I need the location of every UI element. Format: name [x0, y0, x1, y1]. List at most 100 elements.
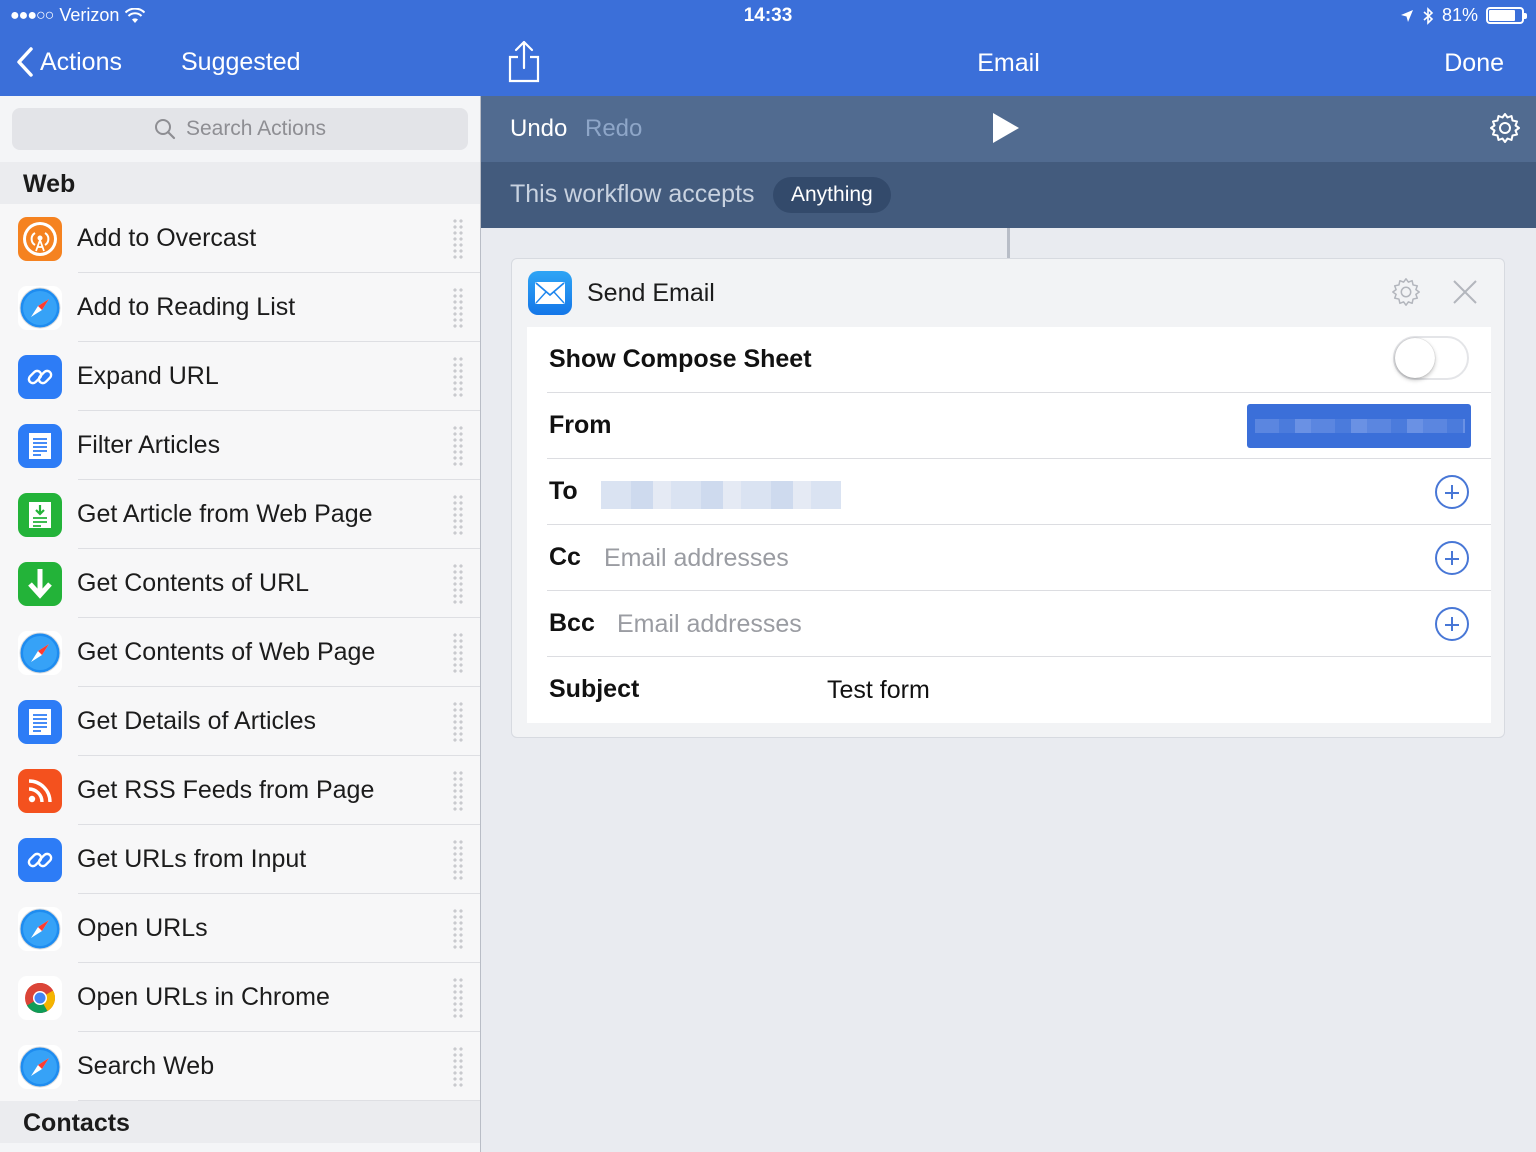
action-item[interactable]: Get Article from Web Page — [0, 480, 480, 549]
action-label: Get RSS Feeds from Page — [77, 776, 375, 804]
redacted-recipient[interactable] — [601, 481, 841, 509]
drag-handle[interactable] — [452, 563, 464, 605]
drag-handle[interactable] — [452, 977, 464, 1019]
to-label: To — [549, 477, 578, 505]
safari-icon — [18, 1045, 62, 1089]
section-header-web: Web — [0, 162, 480, 204]
action-item[interactable]: Search Web — [0, 1032, 480, 1101]
action-label: Get Contents of URL — [77, 569, 310, 597]
search-bar[interactable]: Search Actions — [12, 108, 468, 150]
action-item[interactable]: Get Contents of URL — [0, 549, 480, 618]
subject-input[interactable] — [827, 670, 1447, 710]
bcc-label: Bcc — [549, 609, 595, 637]
workflow-canvas: Send Email Show Compose Sheet From To Cc… — [481, 228, 1536, 1152]
action-item[interactable]: Get RSS Feeds from Page — [0, 756, 480, 825]
drag-handle[interactable] — [452, 218, 464, 260]
chevron-left-icon — [17, 47, 33, 77]
email-parameters: Show Compose Sheet From To Cc Email addr… — [527, 327, 1491, 723]
search-placeholder: Search Actions — [185, 117, 327, 140]
bcc-input[interactable] — [617, 604, 1407, 644]
drag-handle[interactable] — [452, 908, 464, 950]
drag-handle[interactable] — [452, 839, 464, 881]
right-nav-bar: Email Done — [481, 32, 1536, 96]
send-email-action-card: Send Email Show Compose Sheet From To Cc… — [511, 258, 1505, 738]
add-to-recipient-button[interactable] — [1435, 475, 1469, 509]
mail-icon — [528, 271, 572, 315]
cc-row: Cc — [527, 525, 1491, 591]
action-settings-button[interactable] — [1390, 276, 1422, 313]
drag-handle[interactable] — [452, 701, 464, 743]
done-button[interactable]: Done — [1444, 49, 1504, 78]
compose-sheet-row: Show Compose Sheet — [527, 327, 1491, 393]
back-button-label: Actions — [40, 47, 122, 76]
action-label: Get Article from Web Page — [77, 500, 373, 528]
rss-icon — [18, 769, 62, 813]
add-cc-recipient-button[interactable] — [1435, 541, 1469, 575]
action-item[interactable]: Get Details of Articles — [0, 687, 480, 756]
action-label: Open URLs — [77, 914, 208, 942]
workflow-input-bar: This workflow accepts Anything — [481, 162, 1536, 228]
action-item[interactable]: Open URLs in Chrome — [0, 963, 480, 1032]
drag-handle[interactable] — [452, 425, 464, 467]
section-header-contacts: Contacts — [0, 1101, 480, 1143]
flow-connector — [1007, 228, 1010, 258]
from-account-selector[interactable] — [1247, 404, 1471, 448]
back-button[interactable]: Actions — [16, 46, 122, 78]
action-label: Get Details of Articles — [77, 707, 316, 735]
bcc-row: Bcc — [527, 591, 1491, 657]
add-bcc-recipient-button[interactable] — [1435, 607, 1469, 641]
battery-level — [1489, 10, 1515, 21]
drag-handle[interactable] — [452, 1046, 464, 1088]
compose-sheet-toggle[interactable] — [1393, 336, 1469, 380]
action-label: Get URLs from Input — [77, 845, 307, 873]
action-item[interactable]: Add to Overcast — [0, 204, 480, 273]
drag-handle[interactable] — [452, 632, 464, 674]
drag-handle[interactable] — [452, 356, 464, 398]
from-row: From — [527, 393, 1491, 459]
close-icon — [1453, 280, 1477, 304]
cc-input[interactable] — [604, 538, 1404, 578]
subject-row: Subject — [527, 657, 1491, 723]
top-bar: ●●●○○ Verizon 14:33 81% Actions Suggeste… — [0, 0, 1536, 96]
left-nav-title: Suggested — [181, 48, 301, 76]
status-right: 81% — [1400, 5, 1527, 26]
chrome-icon — [18, 976, 62, 1020]
action-item[interactable]: Expand URL — [0, 342, 480, 411]
action-item[interactable]: Get URLs from Input — [0, 825, 480, 894]
from-label: From — [549, 411, 612, 439]
location-arrow-icon — [1400, 9, 1413, 22]
battery-icon — [1486, 7, 1527, 24]
action-item[interactable]: Get Contents of Web Page — [0, 618, 480, 687]
accepts-label: This workflow accepts — [510, 180, 755, 208]
drag-handle[interactable] — [452, 770, 464, 812]
action-label: Get Contents of Web Page — [77, 638, 376, 666]
drag-handle[interactable] — [452, 287, 464, 329]
redacted-from-account — [1255, 419, 1465, 433]
run-button[interactable] — [991, 111, 1021, 150]
accepts-type-button[interactable]: Anything — [773, 177, 891, 213]
action-item[interactable]: Filter Articles — [0, 411, 480, 480]
remove-action-button[interactable] — [1452, 279, 1478, 310]
bluetooth-icon — [1423, 6, 1434, 25]
article-icon — [18, 700, 62, 744]
left-nav-bar: Actions Suggested — [0, 32, 480, 96]
to-row: To — [527, 459, 1491, 525]
card-header: Send Email — [512, 259, 1506, 327]
action-item[interactable]: Open URLs — [0, 894, 480, 963]
redo-button[interactable]: Redo — [585, 115, 642, 143]
search-icon — [154, 119, 176, 140]
toggle-knob — [1395, 338, 1435, 378]
play-icon — [993, 113, 1019, 143]
cc-label: Cc — [549, 543, 581, 571]
safari-icon — [18, 631, 62, 675]
workflow-settings-button[interactable] — [1488, 111, 1522, 150]
safari-icon — [18, 286, 62, 330]
drag-handle[interactable] — [452, 494, 464, 536]
undo-button[interactable]: Undo — [510, 115, 567, 143]
card-title: Send Email — [587, 279, 715, 307]
status-bar: ●●●○○ Verizon 14:33 81% — [0, 0, 1536, 32]
article-icon — [18, 424, 62, 468]
action-item[interactable]: Add to Reading List — [0, 273, 480, 342]
workflow-title: Email — [977, 49, 1040, 77]
action-label: Search Web — [77, 1052, 215, 1080]
